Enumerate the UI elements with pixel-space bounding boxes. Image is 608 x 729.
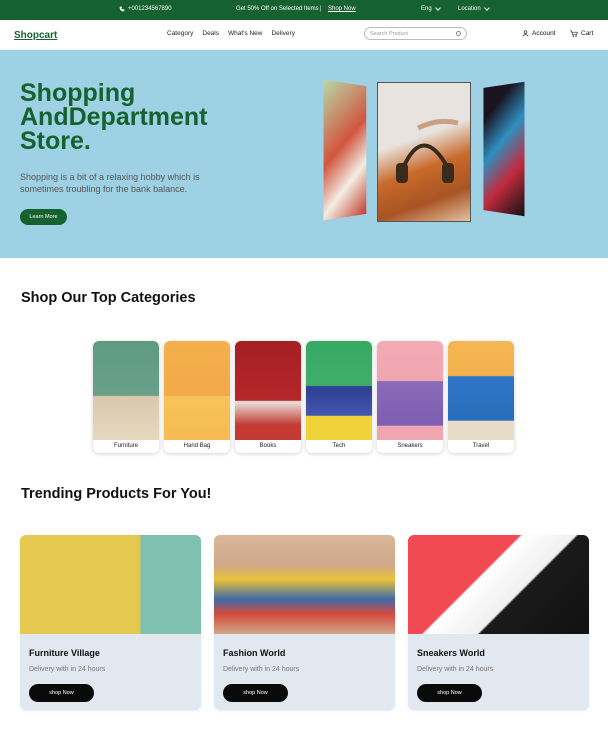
- product-image: [20, 535, 201, 634]
- nav-item-label: Category: [167, 30, 194, 37]
- learn-more-button[interactable]: Learn More: [20, 209, 67, 225]
- category-image: [377, 341, 443, 440]
- category-card-books[interactable]: Books: [235, 341, 301, 453]
- category-label: Sneakers: [397, 443, 423, 449]
- user-icon: [522, 30, 529, 37]
- category-card-travel[interactable]: Travel: [448, 341, 514, 453]
- phone-icon: [119, 6, 125, 12]
- category-image: [448, 341, 514, 440]
- chevron-down-icon: [483, 5, 490, 11]
- nav-item-label: What's New: [228, 30, 263, 37]
- category-image: [164, 341, 230, 440]
- nav-menu: Category Deals What's New Delivery: [167, 30, 295, 37]
- chevron-down-icon: [434, 5, 441, 11]
- hero-image-left: [323, 79, 367, 221]
- hero-subtitle: Shopping is a bit of a relaxing hobby wh…: [20, 172, 200, 194]
- product-card-sneakers-world[interactable]: Sneakers World Delivery with in 24 hours…: [408, 535, 589, 710]
- hero-title: Shopping AndDepartment Store.: [20, 79, 208, 155]
- category-image: [235, 341, 301, 440]
- promo-separator: |: [320, 6, 322, 12]
- search-input[interactable]: Search Product: [364, 27, 467, 40]
- phone-number: +001234567890: [128, 6, 172, 12]
- nav-item-delivery[interactable]: Delivery: [271, 30, 294, 37]
- category-label: Tech: [332, 443, 346, 449]
- search-placeholder: Search Product: [370, 31, 408, 37]
- trending-heading: Trending Products For You!: [21, 486, 212, 502]
- shop-now-button[interactable]: shop Now: [417, 684, 482, 702]
- product-image: [214, 535, 395, 634]
- category-list: Furniture Hand Bag Books Tech Sneakers T…: [93, 341, 514, 453]
- category-card-tech[interactable]: Tech: [306, 341, 372, 453]
- hero-banner: Shopping AndDepartment Store. Shopping i…: [0, 50, 608, 258]
- search-icon[interactable]: [456, 31, 461, 36]
- phone-contact[interactable]: +001234567890: [119, 6, 172, 12]
- category-label: Furniture: [113, 443, 138, 449]
- product-name: Sneakers World: [417, 648, 485, 658]
- nav-item-label: Deals: [202, 30, 219, 37]
- promo-text: Get 50% Off on Selected Items: [236, 6, 319, 12]
- product-card-furniture-village[interactable]: Furniture Village Delivery with in 24 ho…: [20, 535, 201, 710]
- shop-now-button[interactable]: shop Now: [29, 684, 94, 702]
- product-card-fashion-world[interactable]: Fashion World Delivery with in 24 hours …: [214, 535, 395, 710]
- main-navbar: Shopcart Category Deals What's New Deliv…: [0, 20, 608, 50]
- category-card-furniture[interactable]: Furniture: [93, 341, 159, 453]
- category-image: [93, 341, 159, 440]
- nav-item-category[interactable]: Category: [167, 30, 193, 37]
- account-button[interactable]: Account: [522, 30, 556, 37]
- cart-label: Cart: [581, 30, 594, 37]
- category-card-hand-bag[interactable]: Hand Bag: [164, 341, 230, 453]
- location-selector[interactable]: Location: [458, 5, 490, 12]
- headphones-icon: [396, 118, 459, 183]
- site-logo[interactable]: Shopcart: [14, 30, 57, 41]
- product-image: [408, 535, 589, 634]
- nav-item-whats-new[interactable]: What's New: [228, 30, 262, 37]
- account-label: Account: [532, 30, 556, 37]
- nav-item-deals[interactable]: Deals: [202, 30, 219, 37]
- hero-image-headphones: [377, 82, 471, 222]
- category-card-sneakers[interactable]: Sneakers: [377, 341, 443, 453]
- cart-icon: [570, 30, 578, 37]
- product-delivery: Delivery with in 24 hours: [417, 666, 494, 673]
- category-label: Travel: [472, 443, 490, 449]
- product-delivery: Delivery with in 24 hours: [223, 666, 300, 673]
- top-announcement-bar: +001234567890 Get 50% Off on Selected It…: [0, 0, 608, 20]
- product-delivery: Delivery with in 24 hours: [29, 666, 106, 673]
- shop-now-link[interactable]: Shop Now: [328, 6, 356, 12]
- shop-now-button[interactable]: shop Now: [223, 684, 288, 702]
- category-label: Books: [259, 443, 277, 449]
- cart-button[interactable]: Cart: [570, 30, 593, 37]
- hero-image-right: [483, 81, 525, 217]
- nav-item-label: Delivery: [271, 30, 295, 37]
- category-image: [306, 341, 372, 440]
- product-name: Fashion World: [223, 648, 286, 658]
- product-list: Furniture Village Delivery with in 24 ho…: [20, 535, 589, 710]
- categories-heading: Shop Our Top Categories: [21, 290, 196, 306]
- location-label: Location: [458, 6, 481, 12]
- product-name: Furniture Village: [29, 648, 100, 658]
- category-label: Hand Bag: [183, 443, 211, 449]
- language-label: Eng: [421, 6, 432, 12]
- language-selector[interactable]: Eng: [421, 5, 441, 12]
